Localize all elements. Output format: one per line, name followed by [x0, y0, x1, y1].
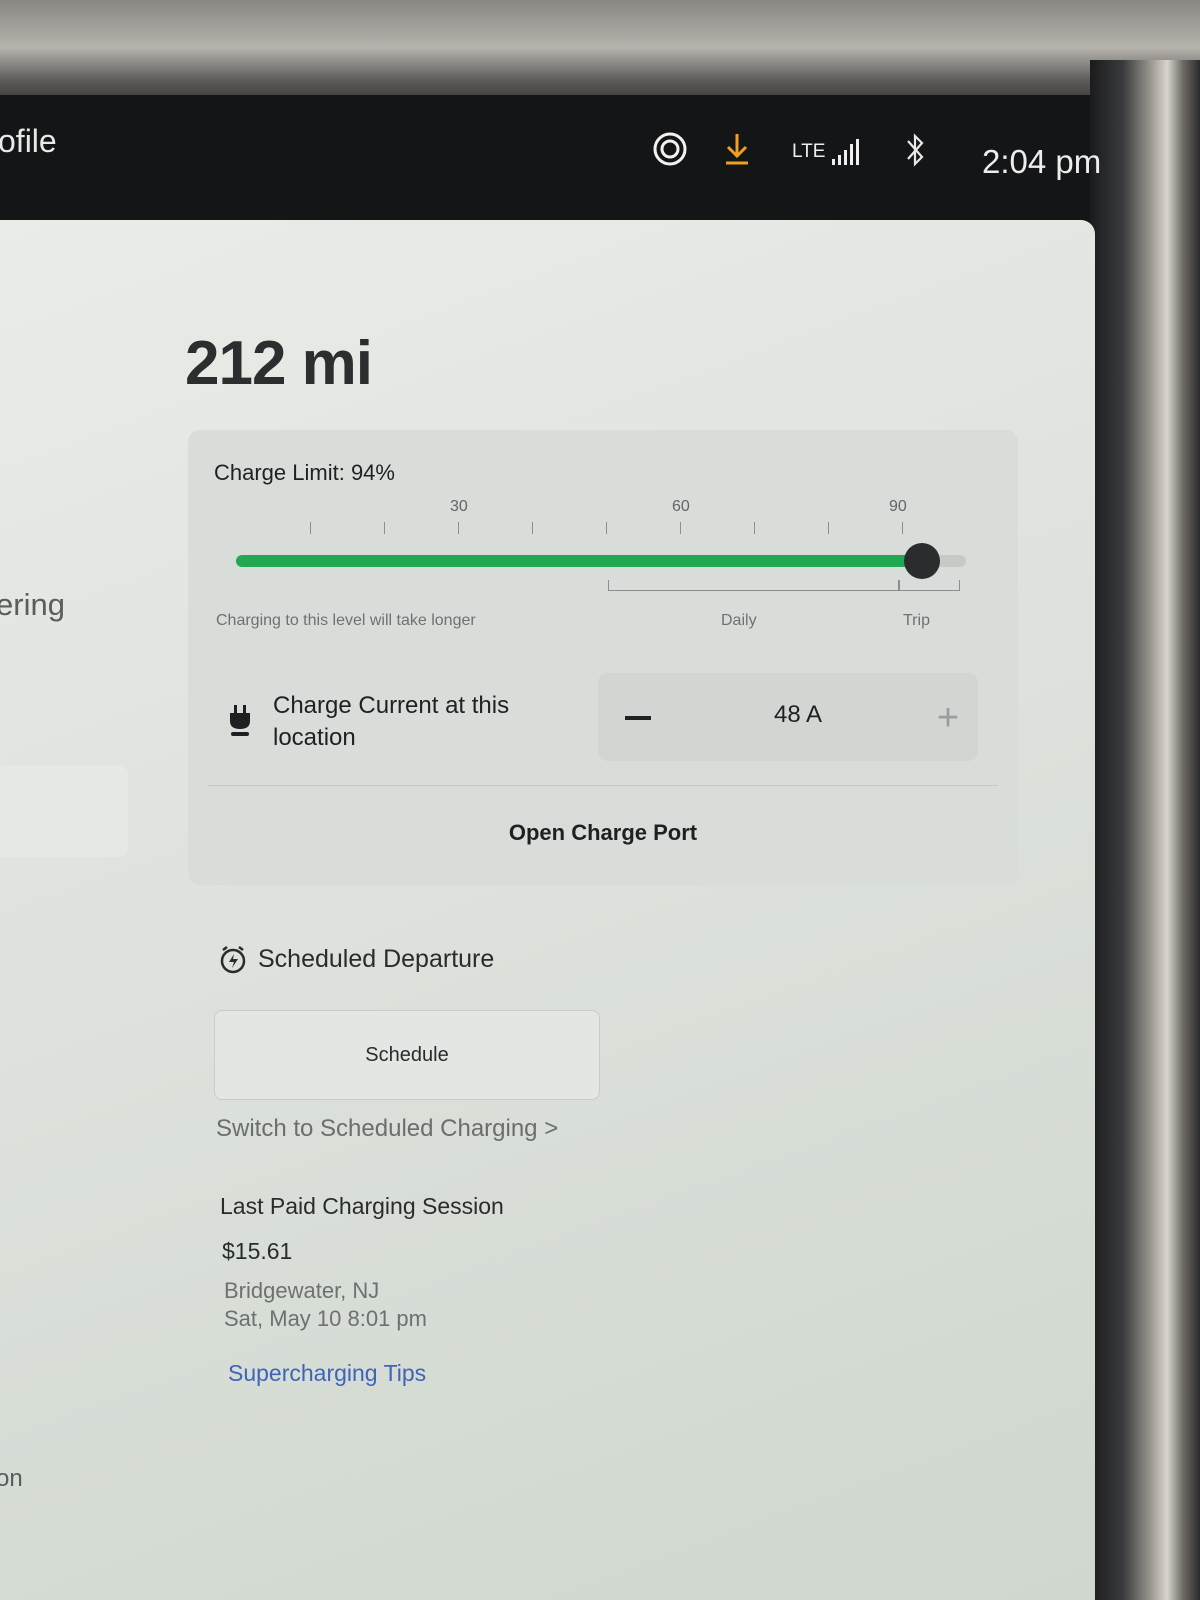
sidebar: ering on — [0, 220, 130, 1600]
charging-panel: ering on 212 mi Charge Limit: 94% 30 60 … — [0, 220, 1095, 1600]
tick-label-60: 60 — [672, 498, 690, 515]
sidebar-item-partial-bottom[interactable]: on — [0, 1465, 23, 1493]
tick-label-30: 30 — [450, 498, 468, 515]
alarm-clock-icon — [218, 945, 248, 979]
last-session-date: Sat, May 10 8:01 pm — [224, 1306, 427, 1331]
charge-limit-fill — [236, 555, 922, 567]
last-session-amount: $15.61 — [222, 1238, 293, 1264]
sidebar-item-partial[interactable]: ering — [0, 587, 65, 623]
increase-current-button[interactable]: + — [928, 698, 968, 738]
trip-range-bracket — [898, 580, 960, 591]
bluetooth-icon[interactable] — [903, 131, 927, 173]
schedule-button[interactable]: Schedule — [214, 1010, 600, 1100]
charge-limit-label: Charge Limit: 94% — [214, 460, 395, 485]
lte-label: LTE — [792, 141, 825, 162]
clock: 2:04 pm — [982, 143, 1102, 180]
daily-label: Daily — [721, 612, 757, 629]
decrease-current-button[interactable] — [618, 698, 658, 738]
switch-scheduled-charging-link[interactable]: Switch to Scheduled Charging > — [216, 1115, 558, 1143]
profile-label[interactable]: ofile — [0, 123, 57, 160]
last-session-title: Last Paid Charging Session — [220, 1193, 504, 1219]
sidebar-item-selected[interactable] — [0, 765, 128, 857]
trip-label: Trip — [903, 612, 930, 629]
plug-icon — [228, 705, 252, 741]
range-readout: 212 mi — [185, 329, 373, 398]
scheduled-departure-title: Scheduled Departure — [258, 945, 495, 973]
minus-icon — [625, 716, 651, 720]
charge-limit-handle[interactable] — [904, 543, 940, 579]
target-icon[interactable] — [652, 131, 688, 171]
daily-range-bracket — [608, 580, 900, 591]
charge-settings-card: Charge Limit: 94% 30 60 90 Charging to t… — [188, 430, 1018, 885]
supercharging-tips-link[interactable]: Supercharging Tips — [228, 1360, 426, 1387]
lte-signal-icon: LTE — [792, 137, 862, 173]
charge-time-hint: Charging to this level will take longer — [216, 612, 476, 629]
card-divider — [208, 785, 998, 786]
tick-label-90: 90 — [889, 498, 907, 515]
open-charge-port-button[interactable]: Open Charge Port — [408, 808, 798, 858]
charge-limit-slider[interactable] — [236, 543, 966, 579]
last-session-location: Bridgewater, NJ — [224, 1278, 380, 1303]
charge-current-label: Charge Current at this location — [273, 692, 510, 751]
charge-current-value: 48 A — [773, 701, 823, 728]
screen-bezel — [1090, 60, 1200, 1600]
charge-current-stepper: 48 A + — [598, 673, 978, 761]
status-bar: ofile LTE 2:04 pm — [0, 95, 1120, 215]
download-icon[interactable] — [722, 131, 752, 173]
